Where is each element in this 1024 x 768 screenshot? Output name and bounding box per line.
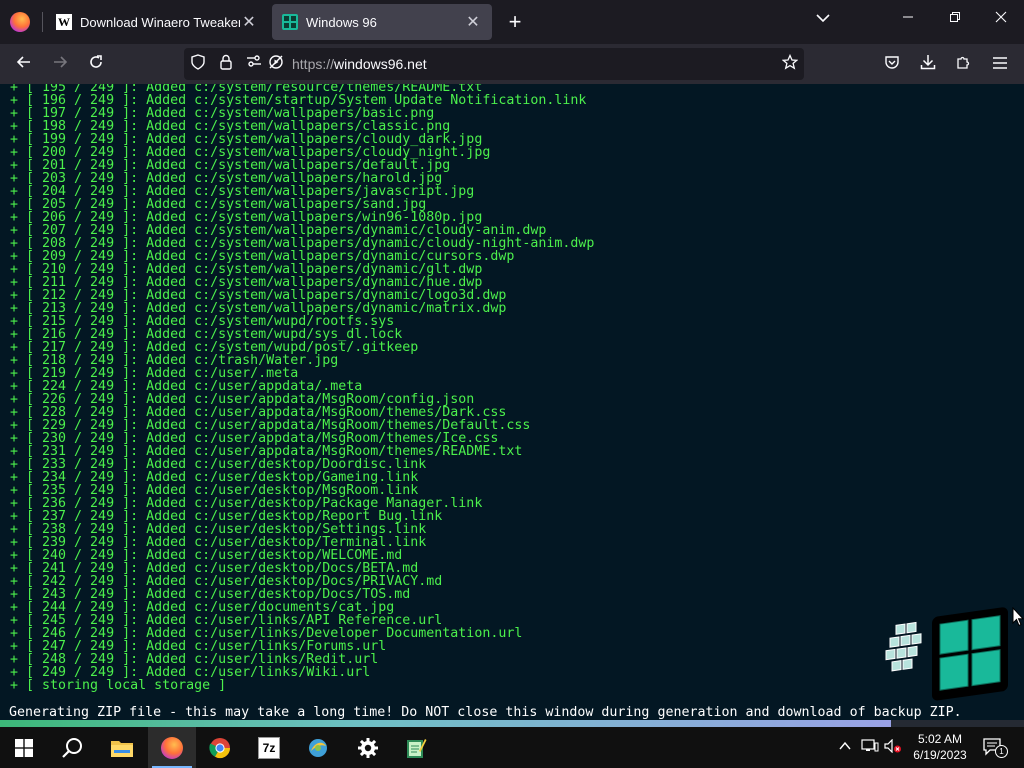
reload-icon[interactable] xyxy=(84,52,108,76)
navigation-toolbar: https://windows96.net xyxy=(0,44,1024,84)
notepad-icon[interactable] xyxy=(392,727,440,768)
windows-taskbar: 7z 5:02 AM 6/19/2023 1 xyxy=(0,727,1024,768)
tab-title: Download Winaero Tweaker xyxy=(80,14,240,30)
network-icon[interactable] xyxy=(861,739,879,756)
close-tab-icon[interactable]: ✕ xyxy=(240,12,258,32)
new-tab-button[interactable]: + xyxy=(505,10,525,34)
address-bar[interactable]: https://windows96.net xyxy=(184,48,804,80)
backup-log: + [ 195 / 249 ]: Added c:/system/resourc… xyxy=(10,84,594,692)
autoplay-blocked-icon[interactable] xyxy=(266,54,286,76)
show-hidden-icons-chevron-icon[interactable] xyxy=(838,739,852,756)
tab-title: Windows 96 xyxy=(306,14,377,30)
url-protocol: https:// xyxy=(292,56,335,72)
winaero-tweaker-icon[interactable] xyxy=(294,727,342,768)
clock-time: 5:02 AM xyxy=(917,732,963,746)
search-icon[interactable] xyxy=(48,727,96,768)
tab-winaero-tweaker[interactable]: W Download Winaero Tweaker ✕ xyxy=(46,4,268,40)
restore-window-icon[interactable] xyxy=(940,10,970,28)
backup-progress-fill xyxy=(0,720,891,727)
close-tab-icon[interactable]: ✕ xyxy=(464,12,482,32)
chrome-icon[interactable] xyxy=(196,727,244,768)
firefox-view-icon[interactable] xyxy=(10,12,30,32)
minimize-window-icon[interactable] xyxy=(893,10,923,28)
downloads-icon[interactable] xyxy=(916,52,940,76)
hamburger-menu-icon[interactable] xyxy=(988,52,1012,76)
extensions-puzzle-icon[interactable] xyxy=(952,52,976,76)
pocket-icon[interactable] xyxy=(880,52,904,76)
zip-status-message: Generating ZIP file - this may take a lo… xyxy=(9,705,962,720)
start-windows-icon[interactable] xyxy=(0,727,48,768)
volume-muted-icon[interactable] xyxy=(884,738,902,756)
windows96-logo-icon xyxy=(885,607,1008,701)
settings-gear-icon[interactable] xyxy=(344,727,392,768)
file-explorer-icon[interactable] xyxy=(98,727,146,768)
notification-count-badge: 1 xyxy=(995,745,1008,758)
tab-separator xyxy=(42,12,43,32)
url-host: windows96.net xyxy=(334,56,427,72)
tracking-protection-shield-icon[interactable] xyxy=(188,54,208,76)
backup-progress-bar xyxy=(0,720,1024,727)
permissions-icon[interactable] xyxy=(244,54,264,74)
windows96-favicon-icon xyxy=(282,14,298,30)
windows96-backup-terminal: + [ 195 / 249 ]: Added c:/system/resourc… xyxy=(0,84,1024,720)
winaero-favicon-icon: W xyxy=(56,14,72,30)
list-all-tabs-chevron-icon[interactable] xyxy=(816,10,830,26)
7zip-icon[interactable]: 7z xyxy=(245,727,293,768)
close-window-icon[interactable] xyxy=(986,10,1016,28)
url-text[interactable]: https://windows96.net xyxy=(292,56,427,72)
action-center-notifications-icon[interactable]: 1 xyxy=(982,737,1008,758)
back-arrow-icon[interactable] xyxy=(12,52,36,76)
bookmark-star-icon[interactable] xyxy=(780,53,800,76)
system-clock[interactable]: 5:02 AM 6/19/2023 xyxy=(905,731,975,763)
lock-icon[interactable] xyxy=(216,54,236,76)
tab-windows-96[interactable]: Windows 96 ✕ xyxy=(272,4,492,40)
log-line: + [ storing local storage ] xyxy=(10,678,227,693)
browser-tab-strip: W Download Winaero Tweaker ✕ Windows 96 … xyxy=(0,0,1024,44)
clock-date: 6/19/2023 xyxy=(913,748,967,762)
mouse-pointer-icon xyxy=(1012,607,1024,627)
firefox-icon[interactable] xyxy=(148,727,196,768)
forward-arrow-icon[interactable] xyxy=(48,52,72,76)
